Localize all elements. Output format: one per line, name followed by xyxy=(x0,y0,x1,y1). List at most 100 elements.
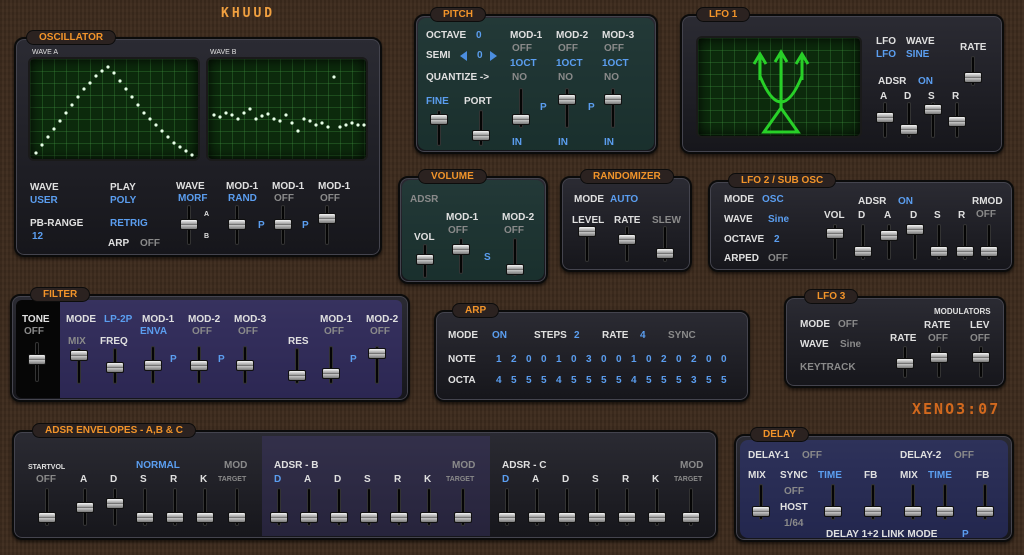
envelope-b-slider[interactable] xyxy=(330,488,348,526)
lfo2-r-slider[interactable] xyxy=(956,224,974,260)
arp-octa-step[interactable]: 5 xyxy=(646,375,652,386)
envelope-b-slider[interactable] xyxy=(360,488,378,526)
pitch-mod2-quant[interactable]: NO xyxy=(558,72,573,83)
envelope-a-slider[interactable] xyxy=(196,488,214,526)
arp-octa-step[interactable]: 5 xyxy=(676,375,682,386)
envelope-c-target-slider[interactable] xyxy=(682,488,700,526)
adsr-a-target[interactable]: TARGET xyxy=(218,474,246,485)
lfo2-a-slider[interactable] xyxy=(880,224,898,260)
adsr-a-normal[interactable]: NORMAL xyxy=(136,460,180,471)
delay2-time-slider[interactable] xyxy=(936,484,954,520)
filter-mod1-slider[interactable] xyxy=(144,346,162,384)
arp-octa-step[interactable]: 4 xyxy=(556,375,562,386)
lfo2-vol-slider[interactable] xyxy=(826,224,844,260)
tone-slider[interactable] xyxy=(28,342,46,382)
wave-b-display[interactable] xyxy=(206,57,368,161)
filter-mod3-slider[interactable] xyxy=(236,346,254,384)
arp-mode-value[interactable]: ON xyxy=(492,330,507,341)
envelope-c-slider[interactable] xyxy=(498,488,516,526)
osc-mod1b-slider[interactable] xyxy=(274,205,292,245)
lfo3-rate-slider[interactable] xyxy=(896,346,914,378)
arp-note-step[interactable]: 1 xyxy=(631,354,637,365)
arp-note-step[interactable]: 3 xyxy=(586,354,592,365)
lfo3-wave-value[interactable]: Sine xyxy=(840,339,861,350)
delay1-time-slider[interactable] xyxy=(824,484,842,520)
arp-octa-step[interactable]: 5 xyxy=(706,375,712,386)
envelope-a-target-slider[interactable] xyxy=(228,488,246,526)
lfo2-arped-value[interactable]: OFF xyxy=(768,253,788,264)
envelope-b-slider[interactable] xyxy=(420,488,438,526)
lfo1-wave-value[interactable]: SINE xyxy=(906,49,929,60)
pitch-mod3-slider[interactable] xyxy=(604,88,622,128)
lfo2-octave-value[interactable]: 2 xyxy=(774,234,780,245)
arp-note-step[interactable]: 0 xyxy=(676,354,682,365)
lfo3-lev-value[interactable]: OFF xyxy=(970,333,990,344)
adsr-b-target[interactable]: TARGET xyxy=(446,474,474,485)
lfo1-display[interactable] xyxy=(696,36,862,138)
lfo3-lev-slider[interactable] xyxy=(972,346,990,378)
osc-mod1a-slider[interactable] xyxy=(228,205,246,245)
pitch-mod1-slider[interactable] xyxy=(512,88,530,128)
pitch-mod2-slider[interactable] xyxy=(558,88,576,128)
lfo1-a-slider[interactable] xyxy=(876,102,894,138)
freq-slider[interactable] xyxy=(106,348,124,384)
arp-octa-step[interactable]: 5 xyxy=(526,375,532,386)
arp-sync-label[interactable]: SYNC xyxy=(668,330,696,341)
startvol-value[interactable]: OFF xyxy=(36,474,56,485)
envelope-a-slider[interactable] xyxy=(166,488,184,526)
arp-note-step[interactable]: 0 xyxy=(541,354,547,365)
semi-value[interactable]: 0 xyxy=(477,50,483,61)
volume-mod1-slider[interactable] xyxy=(452,238,470,274)
arp-octa-step[interactable]: 5 xyxy=(661,375,667,386)
envelope-c-slider[interactable] xyxy=(528,488,546,526)
filter-mod2b-value[interactable]: OFF xyxy=(370,326,390,337)
arp-octa-step[interactable]: 5 xyxy=(586,375,592,386)
envelope-b-slider[interactable] xyxy=(390,488,408,526)
lfo3-keytrack[interactable]: KEYTRACK xyxy=(800,362,856,373)
wave2-value[interactable]: MORF xyxy=(178,193,207,204)
filter-mod2b-slider[interactable] xyxy=(368,346,386,384)
rand-slew-slider[interactable] xyxy=(656,226,674,262)
play-value[interactable]: POLY xyxy=(110,195,136,206)
arp-note-step[interactable]: 2 xyxy=(511,354,517,365)
volume-adsr[interactable]: ADSR xyxy=(410,194,438,205)
semi-up-arrow[interactable] xyxy=(490,51,497,61)
arp-note-step[interactable]: 0 xyxy=(526,354,532,365)
arp-octa-step[interactable]: 4 xyxy=(631,375,637,386)
pitch-mod3-value[interactable]: OFF xyxy=(604,43,624,54)
semi-down-arrow[interactable] xyxy=(460,51,467,61)
pitch-mod1-value[interactable]: OFF xyxy=(512,43,532,54)
rand-rate-slider[interactable] xyxy=(618,226,636,262)
delay-sync-value[interactable]: OFF xyxy=(784,486,804,497)
lfo2-adsr-value[interactable]: ON xyxy=(898,196,913,207)
osc-mod1c-value[interactable]: OFF xyxy=(320,193,340,204)
arp-note-step[interactable]: 0 xyxy=(616,354,622,365)
wave-value[interactable]: USER xyxy=(30,195,58,206)
rand-mode-value[interactable]: AUTO xyxy=(610,194,638,205)
envelope-c-slider[interactable] xyxy=(588,488,606,526)
rand-level-slider[interactable] xyxy=(578,226,596,262)
arp-octa-step[interactable]: 3 xyxy=(691,375,697,386)
arp-steps-value[interactable]: 2 xyxy=(574,330,580,341)
arp-octa-step[interactable]: 5 xyxy=(601,375,607,386)
vol-slider[interactable] xyxy=(416,244,434,278)
delay2-mix-slider[interactable] xyxy=(904,484,922,520)
envelope-b-target-slider[interactable] xyxy=(454,488,472,526)
delay-division[interactable]: 1/64 xyxy=(784,518,803,529)
arp-value[interactable]: OFF xyxy=(140,238,160,249)
arp-note-step[interactable]: 0 xyxy=(721,354,727,365)
lfo3-rate2-slider[interactable] xyxy=(930,346,948,378)
envelope-c-slider[interactable] xyxy=(558,488,576,526)
lfo1-lfo-value[interactable]: LFO xyxy=(876,49,896,60)
envelope-a-slider[interactable] xyxy=(136,488,154,526)
osc-mod1a-value[interactable]: RAND xyxy=(228,193,257,204)
lfo2-d1-slider[interactable] xyxy=(854,224,872,260)
osc-mod1b-value[interactable]: OFF xyxy=(274,193,294,204)
arp-note-step[interactable]: 0 xyxy=(706,354,712,365)
delay2-value[interactable]: OFF xyxy=(954,450,974,461)
lfo2-s-slider[interactable] xyxy=(930,224,948,260)
pitch-mod1-range[interactable]: 1OCT xyxy=(510,58,537,69)
fine-slider[interactable] xyxy=(430,110,448,146)
lfo1-r-slider[interactable] xyxy=(948,102,966,138)
port-slider[interactable] xyxy=(472,110,490,146)
